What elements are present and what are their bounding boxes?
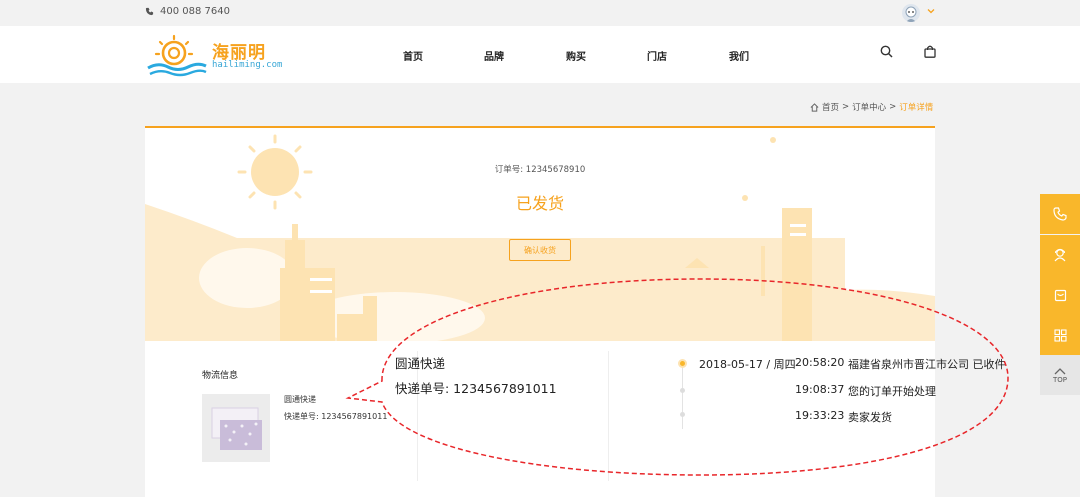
breadcrumb: 首页 > 订单中心 > 订单详情 — [810, 101, 933, 113]
courier-company-small: 圆通快递 — [284, 395, 316, 404]
search-icon[interactable] — [880, 45, 893, 58]
timeline-time: 20:58:20 — [795, 356, 845, 369]
nav-stores[interactable]: 门店 — [647, 48, 667, 63]
phone-icon — [1053, 207, 1067, 221]
side-service-button[interactable] — [1040, 235, 1080, 275]
confirm-receipt-button[interactable]: 确认收货 — [509, 239, 571, 261]
order-status: 已发货 — [515, 194, 564, 213]
tracking-number-small: 快递单号: 1234567891011 — [284, 412, 388, 421]
side-qrcode-button[interactable] — [1040, 315, 1080, 355]
tracking-number: 快递单号: 1234567891011 — [395, 381, 557, 396]
logo-domain: hailiming.com — [212, 60, 283, 70]
order-status-banner: 订单号: 12345678910 已发货 确认收货 — [145, 126, 935, 342]
breadcrumb-order-center[interactable]: 订单中心 — [852, 101, 886, 113]
product-image — [202, 394, 270, 462]
chevron-down-icon[interactable] — [926, 6, 936, 16]
timeline-date: 2018-05-17 / 周四 — [699, 358, 796, 371]
breadcrumb-current: 订单详情 — [899, 103, 934, 113]
customer-service-icon — [1054, 248, 1066, 262]
order-number: 订单号: 12345678910 — [494, 165, 586, 175]
user-avatar[interactable] — [902, 4, 920, 22]
arrow-up-icon — [1054, 367, 1066, 374]
breadcrumb-separator: > — [842, 102, 850, 112]
hotline-number: 400 088 7640 — [160, 6, 230, 17]
nav-buy[interactable]: 购买 — [566, 48, 586, 63]
nav-about[interactable]: 我们 — [729, 48, 749, 63]
divider — [608, 351, 609, 481]
back-to-top-button[interactable]: TOP — [1040, 355, 1080, 395]
hotline: 400 088 7640 — [145, 6, 230, 17]
site-header: 海丽明 hailiming.com 首页 品牌 购买 门店 我们 — [0, 26, 1080, 83]
nav-brand[interactable]: 品牌 — [484, 48, 504, 63]
timeline-desc: 卖家发货 — [848, 411, 892, 424]
home-icon — [810, 102, 819, 112]
timeline-desc: 福建省泉州市晋江市公司 已收件 — [848, 358, 1006, 371]
city-illustration — [145, 134, 935, 342]
courier-company: 圆通快递 — [395, 356, 446, 371]
timeline-dot — [680, 388, 685, 393]
back-to-top-label: TOP — [1052, 375, 1067, 384]
grid-icon — [1053, 328, 1067, 342]
site-logo[interactable]: 海丽明 hailiming.com — [146, 34, 282, 78]
breadcrumb-home[interactable]: 首页 — [822, 101, 839, 113]
phone-icon — [145, 7, 154, 16]
timeline-dot — [680, 412, 685, 417]
nav-home[interactable]: 首页 — [403, 48, 423, 63]
side-message-button[interactable] — [1040, 275, 1080, 315]
sun-wave-logo-icon — [147, 34, 207, 77]
top-bar: 400 088 7640 — [0, 0, 1080, 26]
side-phone-button[interactable] — [1040, 194, 1080, 234]
timeline-time: 19:08:37 — [795, 383, 845, 396]
timeline-desc: 您的订单开始处理 — [848, 385, 936, 398]
bag-icon[interactable] — [924, 45, 936, 58]
breadcrumb-separator: > — [889, 102, 897, 112]
message-icon — [1054, 289, 1066, 301]
timeline-dot-active — [678, 359, 687, 368]
logistics-title: 物流信息 — [202, 371, 239, 381]
timeline-line — [682, 363, 683, 429]
timeline-time: 19:33:23 — [795, 409, 845, 422]
logistics-panel: 物流信息 圆通快递 快递单号: 1234567891011 2018-05-17… — [145, 341, 1006, 497]
